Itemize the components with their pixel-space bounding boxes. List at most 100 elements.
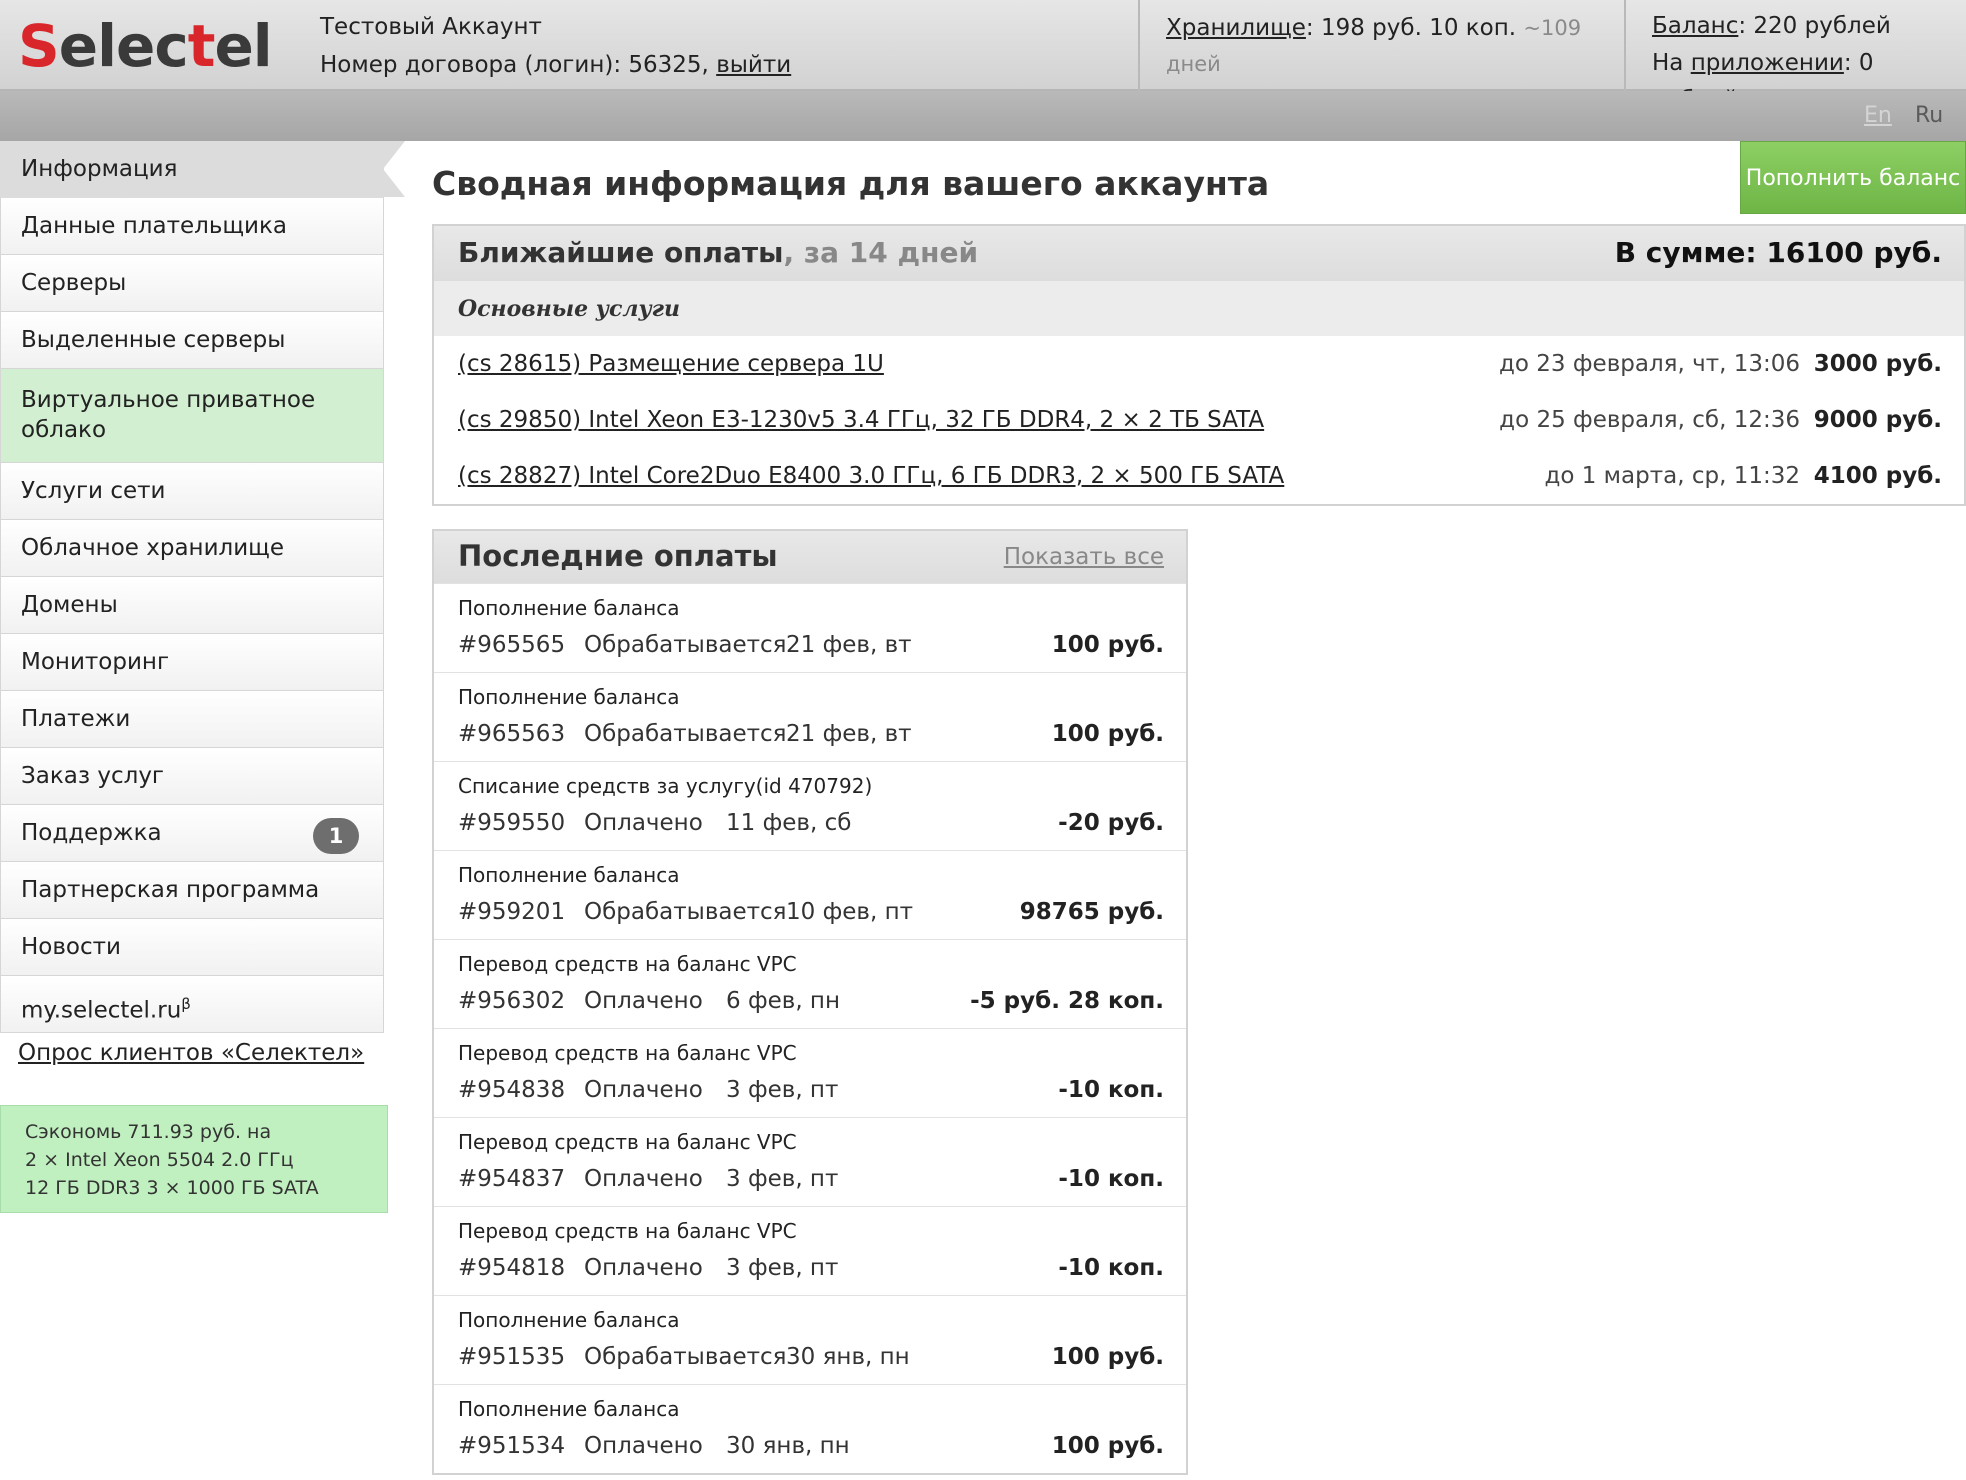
sidebar-item-dedicated-servers[interactable]: Выделенные серверы (0, 312, 384, 369)
upcoming-row: (cs 28615) Размещение сервера 1U до 23 ф… (434, 336, 1964, 392)
payment-date: 30 янв, пн (786, 1344, 910, 1370)
payment-status: Оплачено (584, 1255, 703, 1281)
upcoming-period: , за 14 дней (783, 236, 979, 269)
sidebar-item-news[interactable]: Новости (0, 919, 384, 976)
sidebar-item-support[interactable]: Поддержка 1 (0, 805, 384, 862)
service-link[interactable]: (cs 28827) Intel Core2Duo E8400 3.0 ГГц,… (458, 448, 1284, 504)
payment-description: Перевод средств на баланс VPC (458, 1130, 797, 1154)
sidebar-item-label: Поддержка (21, 820, 162, 846)
selectel-logo[interactable]: Selectel (18, 12, 273, 80)
payment-description: Пополнение баланса (458, 863, 680, 887)
account-name: Тестовый Аккаунт (320, 14, 542, 40)
survey-link[interactable]: Опрос клиентов «Селектел» (18, 1040, 364, 1066)
payment-description: Пополнение баланса (458, 1308, 680, 1332)
storage-summary: Хранилище: 198 руб. 10 коп. ~109 дней (1138, 0, 1624, 91)
payment-amount: 100 руб. (1051, 1433, 1164, 1459)
lang-en-link[interactable]: En (1864, 103, 1892, 128)
sidebar-item-label: Партнерская программа (21, 877, 320, 903)
upcoming-header: Ближайшие оплаты, за 14 дней В сумме: 16… (434, 226, 1964, 280)
promo-line: 12 ГБ DDR3 3 × 1000 ГБ SATA (25, 1177, 319, 1199)
payment-description: Перевод средств на баланс VPC (458, 1041, 797, 1065)
balance-link[interactable]: Баланс (1652, 13, 1738, 39)
payment-id: #965565 (458, 632, 566, 658)
service-link[interactable]: (cs 29850) Intel Xeon E3-1230v5 3.4 ГГц,… (458, 392, 1264, 448)
payment-amount: -5 руб. 28 коп. (970, 988, 1164, 1014)
sidebar-item-partners[interactable]: Партнерская программа (0, 862, 384, 919)
payment-date: 3 фев, пт (726, 1255, 839, 1281)
payment-id: #959201 (458, 899, 566, 925)
payment-date: 10 фев, пт (786, 899, 914, 925)
payment-id: #956302 (458, 988, 566, 1014)
payment-id: #954818 (458, 1255, 566, 1281)
beta-mark: β (181, 995, 191, 1013)
sidebar-item-cloud-storage[interactable]: Облачное хранилище (0, 520, 384, 577)
due-amount: 3000 руб. (1813, 351, 1942, 377)
storage-link[interactable]: Хранилище (1166, 15, 1306, 41)
payment-amount: -10 коп. (1058, 1166, 1164, 1192)
sidebar-item-label: Домены (21, 592, 118, 618)
sidebar-nav: Информация Данные плательщика Серверы Вы… (0, 141, 405, 1033)
payment-date: 21 фев, вт (786, 721, 912, 747)
due-amount: 4100 руб. (1813, 463, 1942, 489)
sidebar-item-payer-data[interactable]: Данные плательщика (0, 198, 384, 255)
sidebar-item-label: Заказ услуг (21, 763, 165, 789)
sidebar-item-label: Серверы (21, 270, 127, 296)
app-prefix: На (1652, 50, 1691, 76)
payment-status: Оплачено (584, 1433, 703, 1459)
sidebar-item-payments[interactable]: Платежи (0, 691, 384, 748)
payment-id: #959550 (458, 810, 566, 836)
contract-line: Номер договора (логин): 56325, выйти (320, 46, 791, 84)
upcoming-title-text: Ближайшие оплаты (458, 236, 784, 269)
sidebar-item-label: Информация (21, 156, 178, 182)
payment-description: Перевод средств на баланс VPC (458, 1219, 797, 1243)
sidebar-item-label: Новости (21, 934, 121, 960)
sidebar-item-network[interactable]: Услуги сети (0, 463, 384, 520)
logo-letter-s: S (18, 12, 60, 80)
sidebar-item-monitoring[interactable]: Мониторинг (0, 634, 384, 691)
upcoming-payments-panel: Ближайшие оплаты, за 14 дней В сумме: 16… (432, 224, 1966, 506)
payment-amount: 98765 руб. (1019, 899, 1164, 925)
payment-row: Пополнение баланса #965563 Обрабатывается 2… (434, 672, 1186, 761)
payment-id: #954838 (458, 1077, 566, 1103)
sidebar-item-order[interactable]: Заказ услуг (0, 748, 384, 805)
app-balance-link[interactable]: приложении (1691, 50, 1844, 76)
payment-row: Пополнение баланса #959201 Обрабатывается 1… (434, 850, 1186, 939)
promo-line: 2 × Intel Xeon 5504 2.0 ГГц (25, 1149, 294, 1171)
payment-status: Обрабатывается (584, 1344, 787, 1370)
sidebar-item-info[interactable]: Информация (0, 141, 405, 198)
service-link[interactable]: (cs 28615) Размещение сервера 1U (458, 336, 884, 392)
payment-date: 21 фев, вт (786, 632, 912, 658)
sidebar-item-label: Мониторинг (21, 649, 170, 675)
payment-row: Списание средств за услугу(id 470792) #95… (434, 761, 1186, 850)
logout-link[interactable]: выйти (716, 52, 791, 78)
upcoming-row: (cs 29850) Intel Xeon E3-1230v5 3.4 ГГц,… (434, 392, 1964, 448)
sidebar-item-label: Выделенные серверы (21, 327, 286, 353)
payment-status: Оплачено (584, 988, 703, 1014)
language-bar: En Ru (0, 91, 1966, 141)
payment-date: 30 янв, пн (726, 1433, 850, 1459)
show-all-link[interactable]: Показать все (1004, 544, 1164, 570)
sidebar-item-label: Виртуальное приватное облако (21, 387, 316, 443)
lang-ru-label: Ru (1915, 103, 1944, 128)
payment-amount: -10 коп. (1058, 1255, 1164, 1281)
sidebar-item-servers[interactable]: Серверы (0, 255, 384, 312)
payment-status: Оплачено (584, 810, 703, 836)
logo-letter-t: t (187, 12, 216, 80)
payment-id: #965563 (458, 721, 566, 747)
payment-status: Оплачено (584, 1077, 703, 1103)
sidebar-item-vpc[interactable]: Виртуальное приватное облако (0, 369, 384, 463)
recent-rows: Пополнение баланса #965565 Обрабатывается 2… (434, 583, 1186, 1473)
payment-date: 3 фев, пт (726, 1166, 839, 1192)
upcoming-total: В сумме: 16100 руб. (1614, 236, 1942, 269)
sidebar-item-domains[interactable]: Домены (0, 577, 384, 634)
payment-description: Пополнение баланса (458, 596, 680, 620)
sidebar-item-label: Облачное хранилище (21, 535, 284, 561)
payment-row: Пополнение баланса #951535 Обрабатывается 3… (434, 1295, 1186, 1384)
payment-row: Перевод средств на баланс VPC #954818 Опла… (434, 1206, 1186, 1295)
upcoming-group-label: Основные услуги (434, 280, 1964, 336)
topup-balance-button[interactable]: Пополнить баланс (1740, 141, 1966, 214)
sidebar-item-my-selectel[interactable]: my.selectel.ruβ (0, 976, 384, 1033)
payment-id: #951534 (458, 1433, 566, 1459)
promo-box[interactable]: Сэкономь 711.93 руб. на 2 × Intel Xeon 5… (0, 1105, 388, 1213)
due-date: до 1 марта, ср, 11:32 (1544, 463, 1800, 489)
